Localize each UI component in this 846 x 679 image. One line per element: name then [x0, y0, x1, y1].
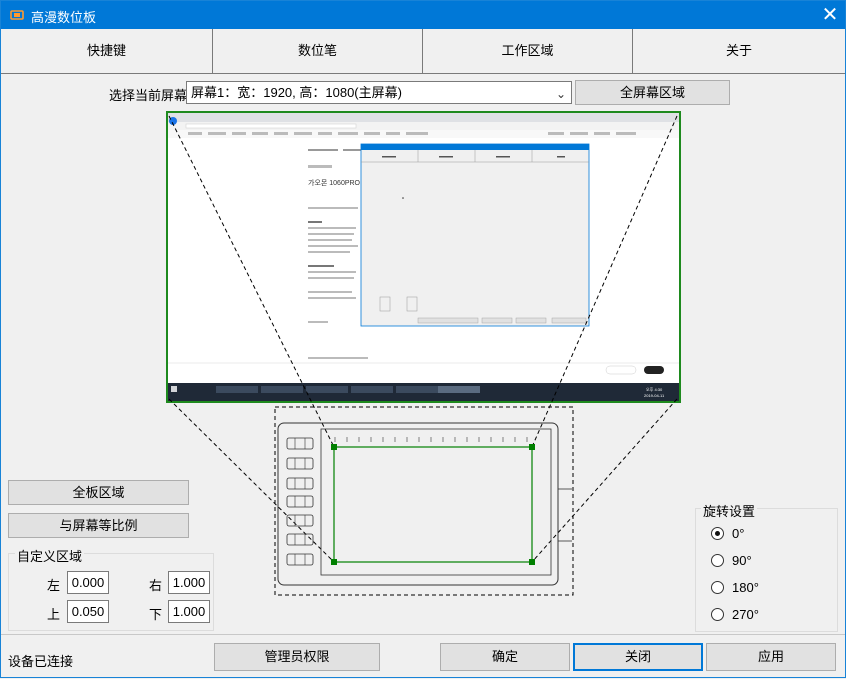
tab-pen[interactable]: 数位笔 [213, 29, 423, 73]
tab-bar: 快捷键 数位笔 工作区域 关于 [1, 29, 845, 74]
full-board-area-button[interactable]: 全板区域 [8, 480, 189, 505]
close-window-button[interactable]: ✕ [815, 1, 845, 29]
fullscreen-area-button[interactable]: 全屏幕区域 [575, 80, 730, 105]
screen-ratio-button[interactable]: 与屏幕等比例 [8, 513, 189, 538]
radio-empty-icon [711, 581, 724, 594]
preview-page-heading: 가오몬 1060PRO [308, 178, 361, 187]
tab-work-area[interactable]: 工作区域 [423, 29, 633, 73]
close-button[interactable]: 关闭 [573, 643, 703, 671]
radio-empty-icon [711, 608, 724, 621]
window-title: 高漫数位板 [31, 10, 97, 25]
apply-button[interactable]: 应用 [706, 643, 836, 671]
top-value-input[interactable]: 0.050 [67, 600, 109, 623]
main-window: 高漫数位板 ✕ 快捷键 数位笔 工作区域 关于 选择当前屏幕 屏幕1：宽：192… [0, 0, 846, 678]
title-bar: 高漫数位板 ✕ [1, 1, 845, 29]
bottom-label: 下 [149, 607, 163, 622]
screen-select-label: 选择当前屏幕 [109, 88, 188, 103]
admin-permission-button[interactable]: 管理员权限 [214, 643, 380, 671]
preview-taskbar-time: 오후 4:30 [646, 386, 663, 392]
tab-about[interactable]: 关于 [633, 29, 845, 73]
rotation-270-label: 270° [732, 607, 759, 622]
right-value-input[interactable]: 1.000 [168, 571, 210, 594]
rotation-title: 旋转设置 [701, 501, 758, 520]
left-label: 左 [47, 578, 61, 593]
app-logo-icon [10, 10, 24, 20]
device-status-text: 设备已连接 [8, 654, 74, 669]
bottom-value-input[interactable]: 1.000 [168, 600, 210, 623]
rotation-0-radio[interactable]: 0° [711, 526, 744, 541]
rotation-90-label: 90° [732, 553, 752, 568]
tab-shortcuts[interactable]: 快捷键 [1, 29, 213, 73]
custom-area-title: 自定义区域 [15, 546, 85, 565]
ok-button[interactable]: 确定 [440, 643, 570, 671]
chevron-down-icon: ⌄ [555, 87, 566, 101]
radio-empty-icon [711, 554, 724, 567]
screen-preview-image: 가오몬 1060PRO 오후 4:30 2019-04-11 [168, 113, 679, 401]
left-value-input[interactable]: 0.000 [67, 571, 109, 594]
radio-selected-icon [711, 527, 724, 540]
screen-select-dropdown[interactable]: 屏幕1：宽：1920, 高：1080(主屏幕) ⌄ [186, 81, 572, 104]
top-label: 上 [47, 607, 61, 622]
rotation-0-label: 0° [732, 526, 745, 541]
preview-taskbar-date: 2019-04-11 [644, 393, 665, 398]
rotation-180-radio[interactable]: 180° [711, 580, 759, 595]
screen-select-value: 屏幕1：宽：1920, 高：1080(主屏幕) [191, 85, 402, 100]
rotation-90-radio[interactable]: 90° [711, 553, 752, 568]
screen-preview[interactable]: 가오몬 1060PRO 오후 4:30 2019-04-11 [166, 111, 681, 403]
rotation-270-radio[interactable]: 270° [711, 607, 759, 622]
rotation-180-label: 180° [732, 580, 759, 595]
right-label: 右 [149, 578, 163, 593]
